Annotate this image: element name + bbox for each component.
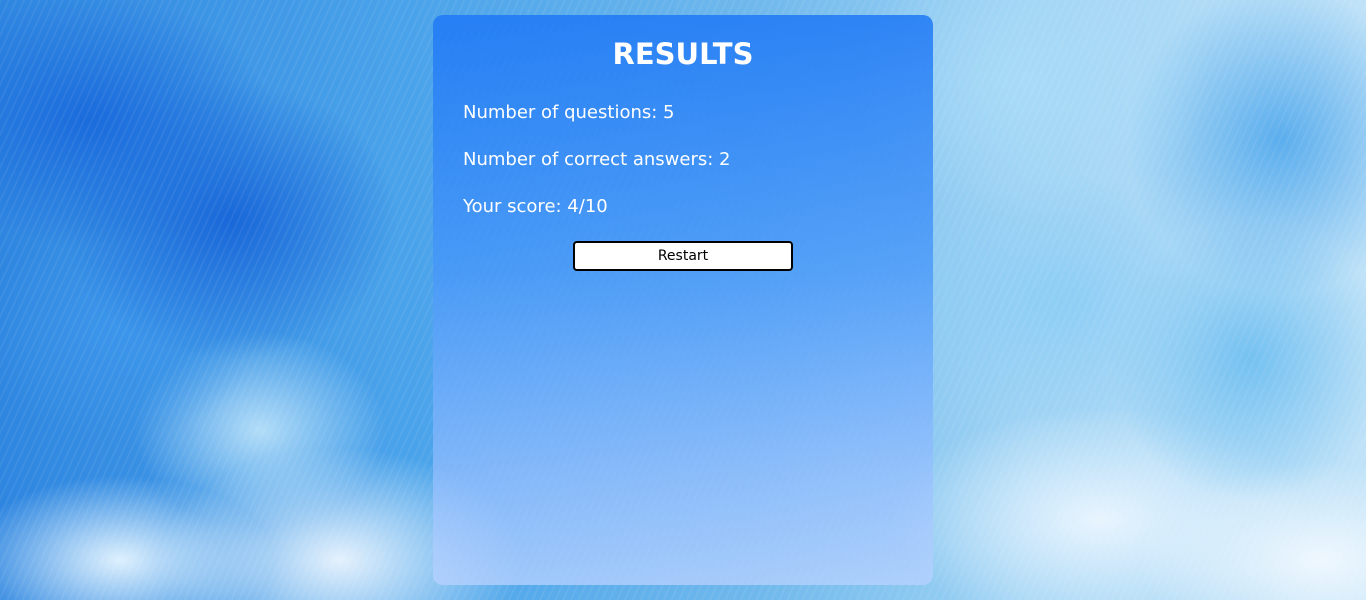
restart-button[interactable]: Restart	[573, 241, 793, 271]
score-text: Your score: 4/10	[463, 196, 608, 217]
correct-answers-text: Number of correct answers: 2	[463, 149, 731, 170]
results-card: RESULTS Number of questions: 5 Number of…	[433, 15, 933, 585]
results-title: RESULTS	[612, 37, 754, 71]
questions-count-text: Number of questions: 5	[463, 102, 675, 123]
